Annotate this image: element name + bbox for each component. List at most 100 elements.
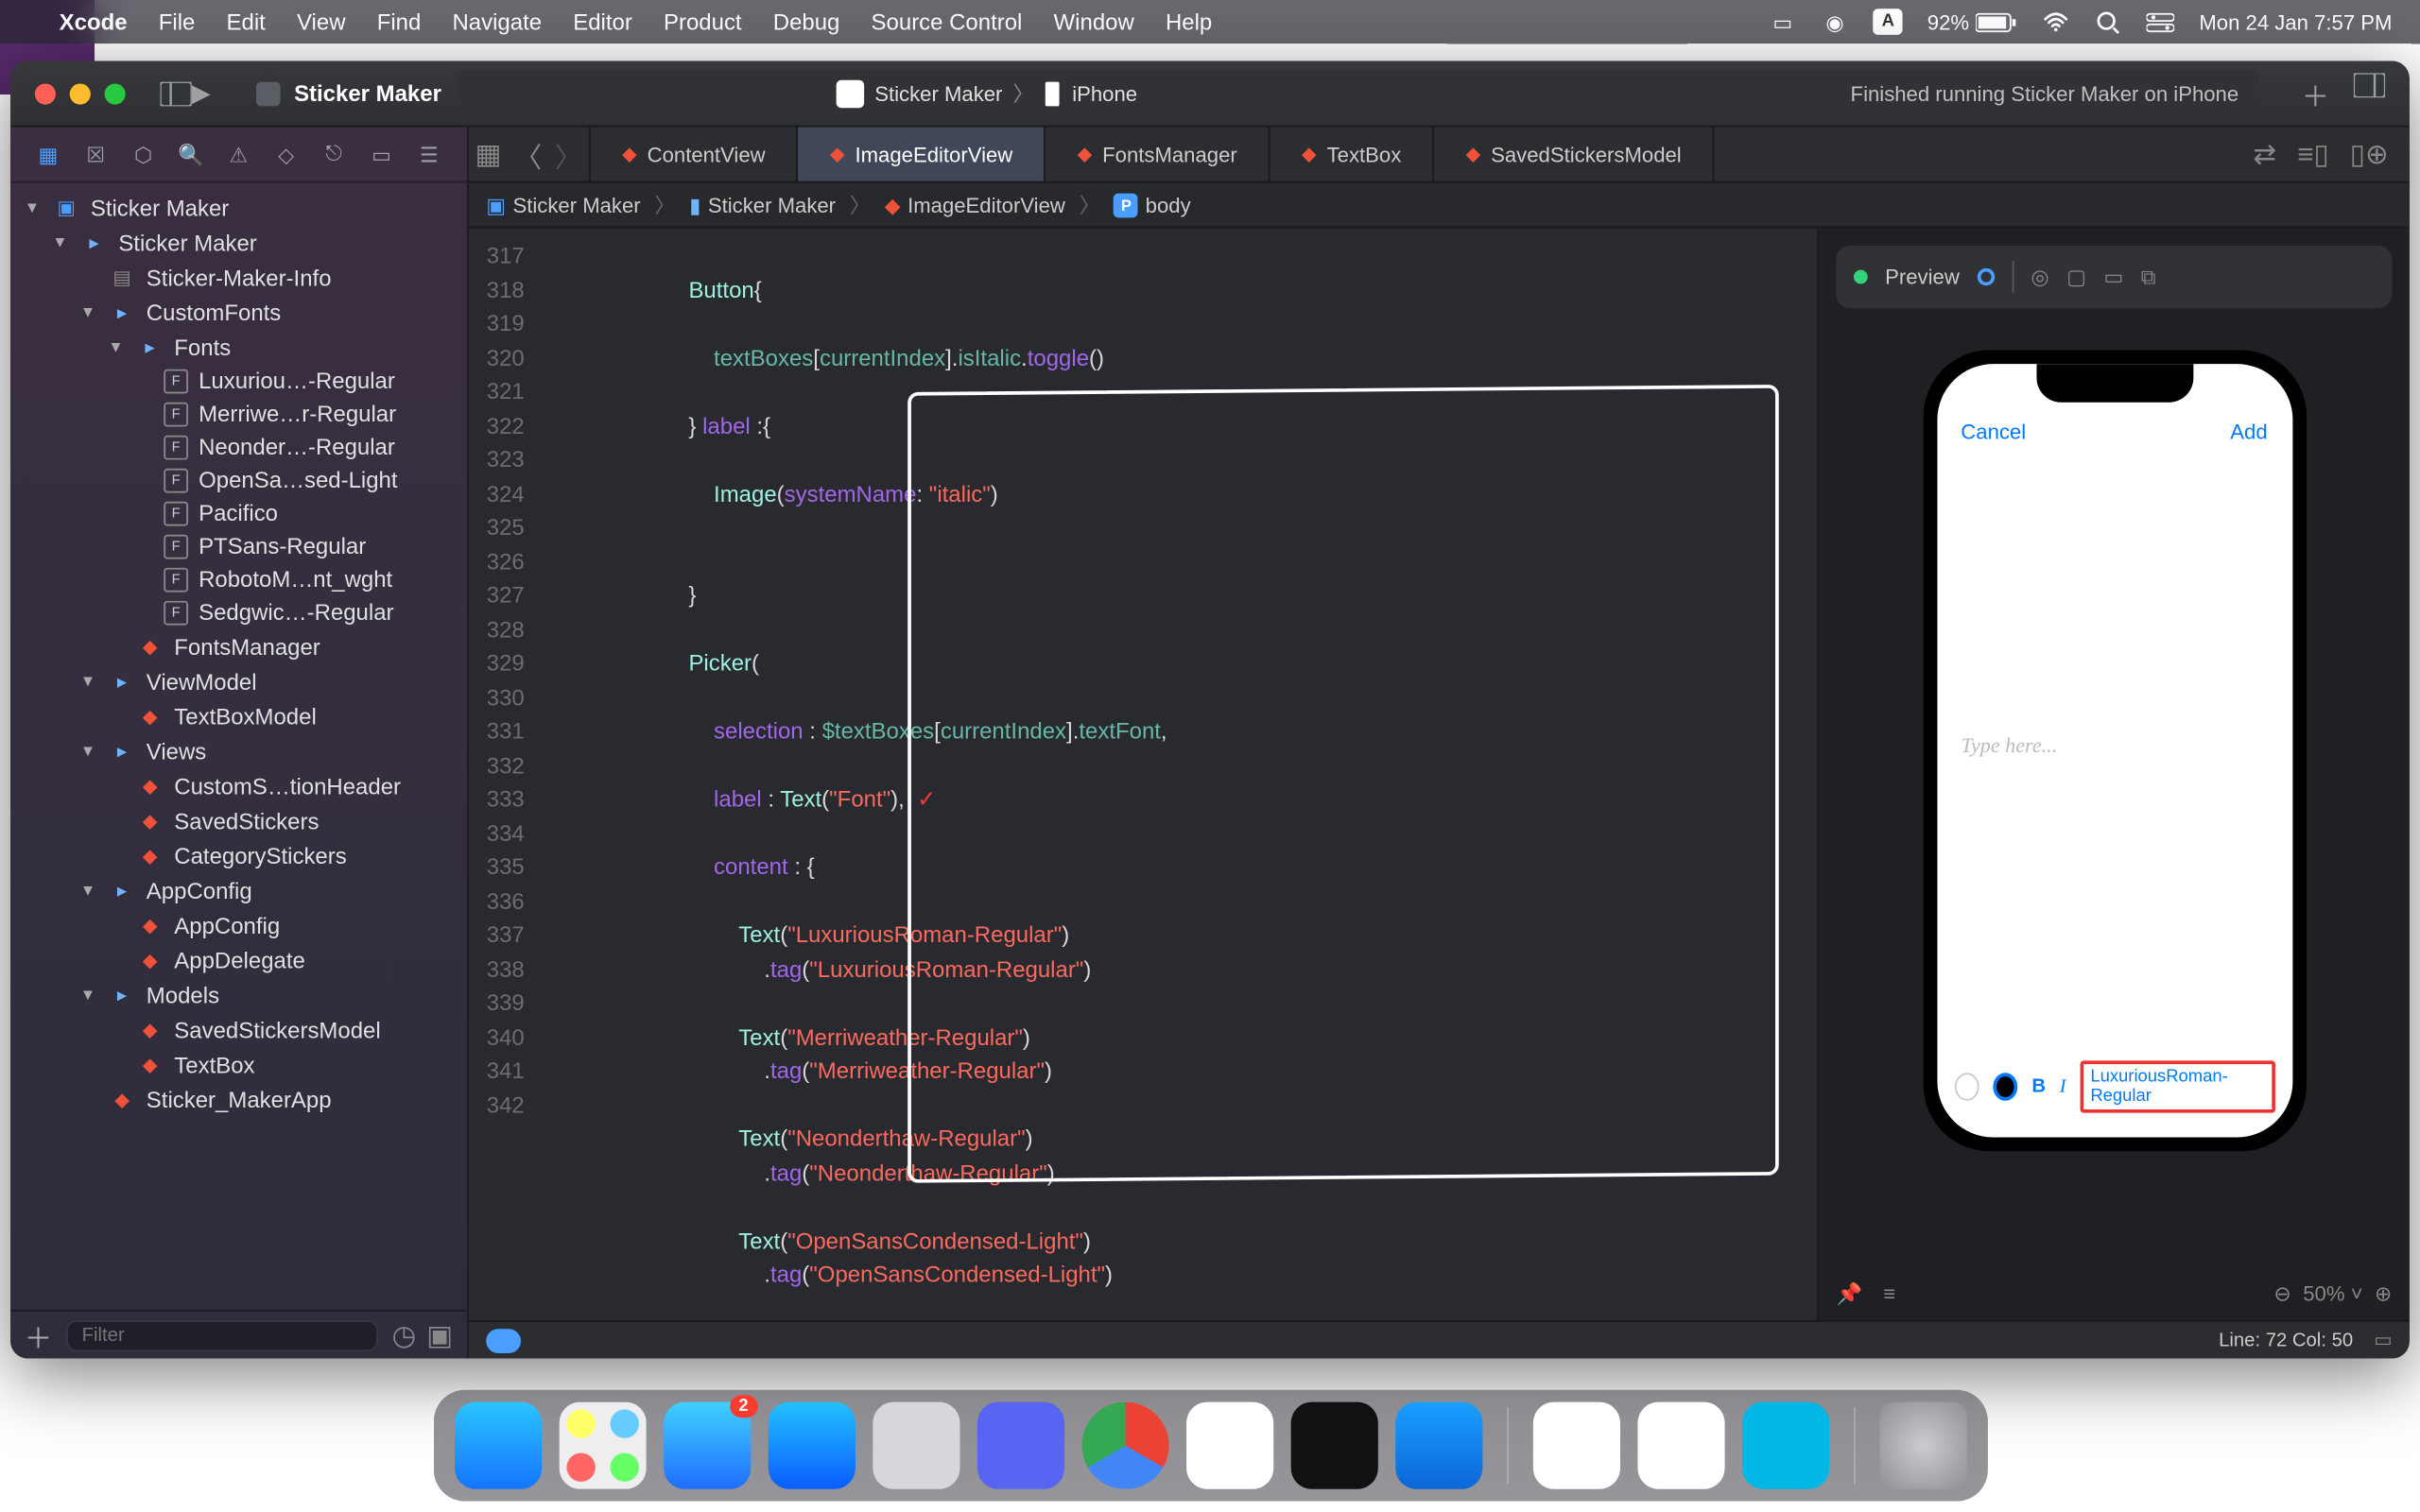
canvas-device-icon[interactable]: ▢ <box>2066 265 2086 289</box>
jump-symbol[interactable]: body <box>1146 193 1191 217</box>
jump-folder[interactable]: Sticker Maker <box>708 193 836 217</box>
app-menu[interactable]: Xcode <box>60 9 128 35</box>
dock-trash[interactable] <box>1879 1402 1966 1489</box>
spotlight-icon[interactable] <box>2095 8 2122 35</box>
compare-icon[interactable]: ⇄ <box>2253 137 2276 172</box>
symbol-navigator-icon[interactable]: ⬡ <box>128 142 159 166</box>
close-window-button[interactable] <box>35 83 56 104</box>
jump-root[interactable]: Sticker Maker <box>512 193 640 217</box>
tree-row[interactable]: FNeonder…-Regular <box>10 430 467 463</box>
disclosure-icon[interactable]: ▼ <box>80 303 97 320</box>
related-items-icon[interactable]: ▦ <box>475 137 501 172</box>
dock-settings[interactable] <box>872 1402 959 1489</box>
tree-row[interactable]: ◆CategoryStickers <box>10 837 467 872</box>
menu-window[interactable]: Window <box>1054 9 1134 35</box>
disclosure-icon[interactable]: ▼ <box>80 986 97 1003</box>
cancel-button[interactable]: Cancel <box>1961 420 2026 444</box>
clock[interactable]: Mon 24 Jan 7:57 PM <box>2199 9 2392 34</box>
tree-row[interactable]: ◆FontsManager <box>10 628 467 663</box>
dock-finder[interactable] <box>454 1402 541 1489</box>
menu-find[interactable]: Find <box>377 9 422 35</box>
run-button[interactable]: ▶ <box>192 78 211 108</box>
tree-row[interactable]: ▼▸Models <box>10 977 467 1012</box>
add-button[interactable]: Add <box>2230 420 2267 444</box>
preview-selected-icon[interactable] <box>1977 268 1994 285</box>
add-file-icon[interactable]: ＋ <box>25 1314 53 1356</box>
tree-row[interactable]: FPTSans-Regular <box>10 529 467 562</box>
dock-app3[interactable] <box>1741 1402 1828 1489</box>
tree-row[interactable]: ◆SavedStickersModel <box>10 1012 467 1047</box>
wifi-icon[interactable] <box>2042 8 2069 35</box>
menu-help[interactable]: Help <box>1166 9 1212 35</box>
tree-row[interactable]: ◆TextBoxModel <box>10 698 467 733</box>
tree-row[interactable]: ◆Sticker_MakerApp <box>10 1082 467 1117</box>
tree-row[interactable]: ▼▣Sticker Maker <box>10 190 467 225</box>
toggle-inspector-icon[interactable] <box>2354 72 2385 113</box>
tree-row[interactable]: FRobotoM…nt_wght <box>10 562 467 595</box>
jump-bar[interactable]: ▣ Sticker Maker 〉 ▮ Sticker Maker 〉 ◆ Im… <box>469 183 2410 229</box>
tree-row[interactable]: FSedgwic…-Regular <box>10 595 467 628</box>
debug-navigator-icon[interactable]: ⎋ <box>319 141 350 167</box>
canvas-variants-icon[interactable]: ▭ <box>2103 265 2123 289</box>
dock-chrome[interactable] <box>1081 1402 1168 1489</box>
dock-messenger[interactable] <box>1636 1402 1723 1489</box>
text-input-placeholder[interactable]: Type here... <box>1961 732 2057 759</box>
tree-row[interactable]: ▼▸Fonts <box>10 329 467 364</box>
menu-source-control[interactable]: Source Control <box>872 9 1023 35</box>
tree-row[interactable]: ▼▸CustomFonts <box>10 294 467 329</box>
breakpoint-navigator-icon[interactable]: ▭ <box>366 142 397 166</box>
tree-row[interactable]: ▼▸Sticker Maker <box>10 225 467 260</box>
menu-file[interactable]: File <box>159 9 196 35</box>
canvas-settings-icon[interactable]: ◎ <box>2031 265 2048 289</box>
disclosure-icon[interactable]: ▼ <box>80 672 97 689</box>
zoom-out-icon[interactable]: ⊖ <box>2273 1281 2291 1306</box>
control-center-icon[interactable] <box>2147 8 2174 35</box>
screen-mirror-icon[interactable]: ▭ <box>1769 8 1796 35</box>
find-navigator-icon[interactable]: 🔍 <box>175 142 206 166</box>
pin-preview-icon[interactable]: 📌 <box>1837 1281 1863 1306</box>
editor-tab[interactable]: ◆TextBox <box>1270 128 1435 181</box>
nav-forward-icon[interactable]: 〉 <box>555 133 583 175</box>
tree-row[interactable]: FOpenSa…sed-Light <box>10 463 467 496</box>
zoom-value[interactable]: 50% <box>2303 1281 2344 1306</box>
color-black-selected[interactable] <box>1993 1073 2018 1100</box>
tree-row[interactable]: ◆CustomS…tionHeader <box>10 768 467 803</box>
source-control-navigator-icon[interactable]: ☒ <box>80 142 112 166</box>
editor-tab[interactable]: ◆ContentView <box>591 128 799 181</box>
scheme-selector[interactable]: Sticker Maker 〉 iPhone <box>837 78 1137 108</box>
tree-row[interactable]: ▼▸ViewModel <box>10 663 467 698</box>
tree-row[interactable]: ▼▸Views <box>10 733 467 768</box>
tree-row[interactable]: ◆TextBox <box>10 1047 467 1082</box>
menu-editor[interactable]: Editor <box>573 9 632 35</box>
toggle-navigator-icon[interactable] <box>161 81 192 106</box>
tree-row[interactable]: FMerriwe…r-Regular <box>10 397 467 430</box>
editor-tab[interactable]: ◆ImageEditorView <box>799 128 1046 181</box>
report-navigator-icon[interactable]: ☰ <box>413 142 444 166</box>
tree-row[interactable]: ▤Sticker-Maker-Info <box>10 260 467 295</box>
issue-navigator-icon[interactable]: ⚠ <box>223 142 254 166</box>
dock-launchpad[interactable] <box>559 1402 646 1489</box>
control-center-notif-icon[interactable]: ◉ <box>1821 8 1848 35</box>
bold-toggle[interactable]: B <box>2031 1076 2046 1097</box>
minimize-window-button[interactable] <box>70 83 91 104</box>
dock-xcode[interactable] <box>1394 1402 1481 1489</box>
jump-file[interactable]: ImageEditorView <box>908 193 1065 217</box>
toggle-debug-area-icon[interactable]: ▭ <box>2374 1329 2392 1351</box>
dock-appstore[interactable] <box>768 1402 855 1489</box>
menu-navigate[interactable]: Navigate <box>452 9 542 35</box>
preview-options-icon[interactable]: ≡ <box>1883 1281 1895 1306</box>
scm-filter-icon[interactable]: ▣ <box>426 1317 453 1352</box>
dock-mail[interactable]: 2 <box>663 1402 750 1489</box>
editor-tab[interactable]: ◆SavedStickersModel <box>1434 128 1714 181</box>
file-tree[interactable]: ▼▣Sticker Maker▼▸Sticker Maker▤Sticker-M… <box>10 183 467 1310</box>
preview-device[interactable]: Cancel Add Type here... B <box>1819 316 2410 1268</box>
tree-row[interactable]: FLuxuriou…-Regular <box>10 364 467 397</box>
disclosure-icon[interactable]: ▼ <box>80 742 97 759</box>
nav-back-icon[interactable]: 〈 <box>514 133 543 175</box>
keyboard-input-icon[interactable]: A <box>1874 9 1903 35</box>
italic-toggle[interactable]: I <box>2060 1076 2066 1097</box>
add-editor-right-icon[interactable]: ▯⊕ <box>2350 137 2389 172</box>
debug-bar-indicator[interactable] <box>486 1328 521 1352</box>
tree-row[interactable]: ◆AppConfig <box>10 907 467 942</box>
tree-row[interactable]: ◆SavedStickers <box>10 803 467 838</box>
